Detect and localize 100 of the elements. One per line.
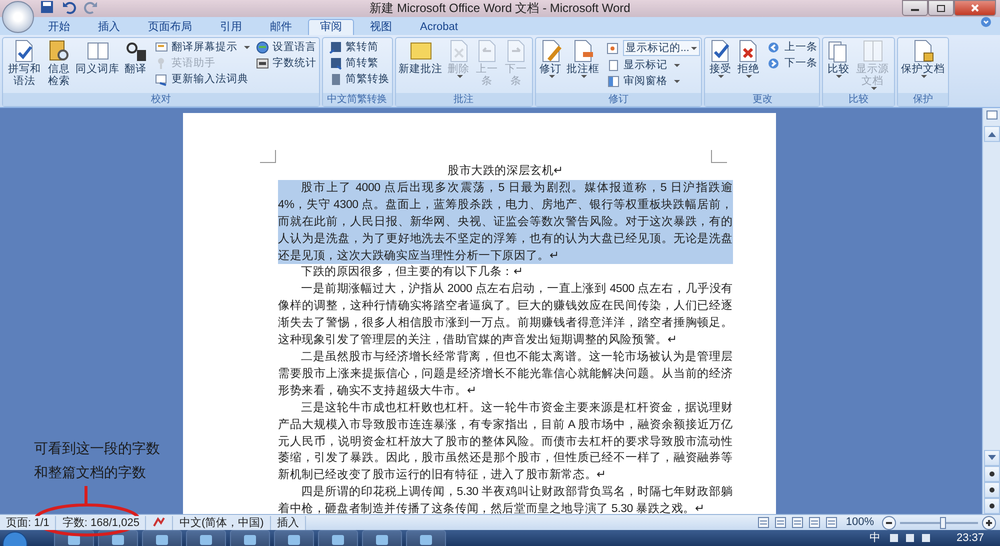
vertical-scrollbar[interactable]: [982, 108, 1000, 514]
slider-thumb[interactable]: [940, 516, 946, 528]
ribbon-tab[interactable]: Acrobat: [408, 19, 470, 35]
markup-dropdown[interactable]: 显示标记的...: [622, 40, 700, 56]
word-count[interactable]: 字数: 168/1,025: [56, 516, 146, 530]
ribbon-button[interactable]: 信息检索: [44, 39, 74, 87]
language-status[interactable]: 中文(简体，中国): [173, 516, 271, 530]
ribbon-button[interactable]: 比较: [824, 39, 852, 78]
group-label: 中文简繁转换: [322, 93, 392, 106]
page-count: 页面: 1/1: [0, 516, 56, 530]
paragraph: 一是前期涨幅过大，沪指从 2000 点左右启动，一直上涨到 4500 点左右，几乎没有像样的调整，这种行情确实将踏空者逼疯了。巨大的赚钱效应在民间传染，人们已经逐渐失去了警惕，很多人相信股市涨到一万点。前期赚钱者得意洋洋，踏空者捶胸顿足。这种现象引发了管理层的关注，借助官媒的声音发出短期调整的风险预警。↵: [278, 282, 733, 348]
pane-icon: [606, 74, 620, 88]
ribbon-tab[interactable]: 视图: [358, 19, 404, 35]
markup-icon: [606, 58, 620, 72]
down-arrow-icon: [988, 455, 996, 461]
ribbon-button[interactable]: 批注框: [564, 39, 602, 78]
scroll-down-button[interactable]: [984, 450, 1000, 466]
dictionary-update-icon: [154, 72, 168, 86]
group-label: 修订: [536, 93, 702, 106]
ribbon-tab[interactable]: 插入: [86, 19, 132, 35]
paragraph: 下跌的原因很多，但主要的有以下几条：↵: [300, 264, 524, 280]
ribbon-button[interactable]: 修订: [536, 39, 564, 78]
ribbon-button[interactable]: 拒绝: [734, 39, 762, 78]
paragraph: 股市上了 4000 点后出现多次震荡，5 日最为剧烈。媒体报道称，5 日沪指跌逾 4%，失守 4300 点。盘面上，蓝筹股杀跌，电力、房地产、银行等权重板块跌幅居前，而就在此前，人民日报、新华网、央视、证监会等数次警告风险。对于这次暴跌，有的人认为是洗盘，为了更好地洗去不坚定的浮筹，也有的认为大盘已经见顶。无论是洗盘还是见顶，这次大跌确实应当理性分析一下原因了。↵: [278, 180, 733, 264]
group-label: 校对: [3, 93, 318, 106]
ribbon-button[interactable]: 保护文档: [898, 39, 947, 78]
ribbon-button[interactable]: 更新输入法词典: [154, 71, 250, 87]
next-page-button[interactable]: [984, 498, 1000, 514]
split-page-icon: [860, 39, 885, 63]
taskbar-button[interactable]: [142, 530, 182, 546]
globe-icon: [256, 40, 268, 54]
group-label: 更改: [705, 93, 820, 106]
ribbon-button[interactable]: 繁转简: [328, 39, 390, 55]
clock: 23:37: [956, 530, 984, 546]
help-icon[interactable]: [980, 16, 992, 28]
ribbon-button[interactable]: 简繁转换: [328, 71, 390, 87]
ribbon-tab[interactable]: 审阅: [308, 19, 354, 35]
close-icon: [970, 4, 980, 12]
undo-icon[interactable]: [62, 0, 76, 14]
scroll-up-button[interactable]: [984, 126, 1000, 142]
taskbar-button[interactable]: [274, 530, 314, 546]
zoom-out-button[interactable]: [882, 516, 896, 530]
ribbon-tab[interactable]: 开始: [36, 19, 82, 35]
insert-mode[interactable]: 插入: [270, 516, 306, 530]
paragraph: 三是这轮牛市成也杠杆败也杠杆。这一轮牛市资金主要来源是杠杆资金，据说理财产品大规模入市导致股市连连暴涨，有专家指出，目前 A 股市场中，融资余额接近万亿元人民币，说明资金杠杆放大了股市的整体风险。而债市去杠杆的要求导致股市流动性萎缩，引发了暴跌。因此，股市虽然还是那个股市，但性质已经不一样了，融资融券等新机制已经改变了股市运行的旧有特征，进入了股市新常态。↵: [278, 400, 733, 484]
close-button[interactable]: [954, 0, 996, 16]
proofing-icon[interactable]: [152, 516, 166, 530]
ribbon-tab[interactable]: 页面布局: [136, 19, 204, 35]
ribbon-button[interactable]: 简转繁: [328, 55, 390, 71]
screen-tip-icon: [154, 40, 168, 54]
maximize-icon: [936, 4, 946, 12]
minimize-button[interactable]: [902, 0, 928, 16]
taskbar-button[interactable]: [54, 530, 94, 546]
taskbar-button[interactable]: [186, 530, 226, 546]
redo-icon[interactable]: [84, 0, 98, 14]
ribbon-button[interactable]: 显示标记: [606, 57, 700, 73]
print-layout-icon[interactable]: [756, 516, 770, 529]
taskbar-button[interactable]: [98, 530, 138, 546]
previous-page-button[interactable]: [984, 466, 1000, 482]
ribbon-button[interactable]: 审阅窗格: [606, 73, 700, 89]
ribbon-button[interactable]: 上一条: [766, 39, 818, 55]
zoom-level[interactable]: 100%: [846, 514, 874, 531]
ribbon-button[interactable]: 字数统计: [254, 55, 318, 71]
ribbon-button[interactable]: 新建批注: [396, 39, 444, 75]
reading-layout-icon[interactable]: [774, 516, 787, 529]
taskbar-button[interactable]: [406, 530, 446, 546]
draft-icon[interactable]: [824, 516, 838, 529]
dot-icon: [988, 471, 994, 477]
ribbon-button[interactable]: 拼写和语法: [4, 39, 44, 87]
app-icon: [330, 532, 346, 544]
browse-object-button[interactable]: [984, 482, 1000, 498]
track-options-icon: [606, 42, 618, 54]
dot-icon: [988, 487, 994, 493]
taskbar-button[interactable]: [362, 530, 402, 546]
web-layout-icon[interactable]: [790, 516, 804, 529]
office-button[interactable]: [2, 1, 34, 33]
taskbar-button[interactable]: [318, 530, 358, 546]
start-orb-icon[interactable]: [0, 530, 30, 546]
ribbon-button[interactable]: 同义词库: [74, 39, 122, 75]
taskbar-button[interactable]: [230, 530, 270, 546]
ruler-icon[interactable]: [984, 108, 998, 122]
ribbon-button[interactable]: 翻译: [122, 39, 150, 75]
annotation-text: 和整篇文档的字数: [34, 463, 147, 482]
app-icon: [286, 532, 302, 544]
zoom-in-button[interactable]: [982, 516, 996, 530]
ribbon-button[interactable]: 下一条: [766, 55, 818, 71]
caret-icon: [691, 46, 698, 50]
maximize-button[interactable]: [928, 0, 954, 16]
margin-corner-mark: [260, 150, 276, 163]
group-label: 比较: [823, 93, 894, 106]
ribbon-button[interactable]: 翻译屏幕提示: [154, 39, 250, 55]
save-icon[interactable]: [40, 0, 54, 14]
margin-corner-mark: [711, 150, 727, 163]
ribbon-button[interactable]: 接受: [706, 39, 734, 78]
ribbon-tab[interactable]: 邮件: [258, 19, 304, 35]
plus-icon: [985, 518, 993, 526]
ime-indicator[interactable]: 中: [869, 530, 880, 546]
outline-icon[interactable]: [808, 516, 821, 529]
ribbon-tab[interactable]: 引用: [208, 19, 254, 35]
ribbon-button[interactable]: 设置语言: [254, 39, 318, 55]
